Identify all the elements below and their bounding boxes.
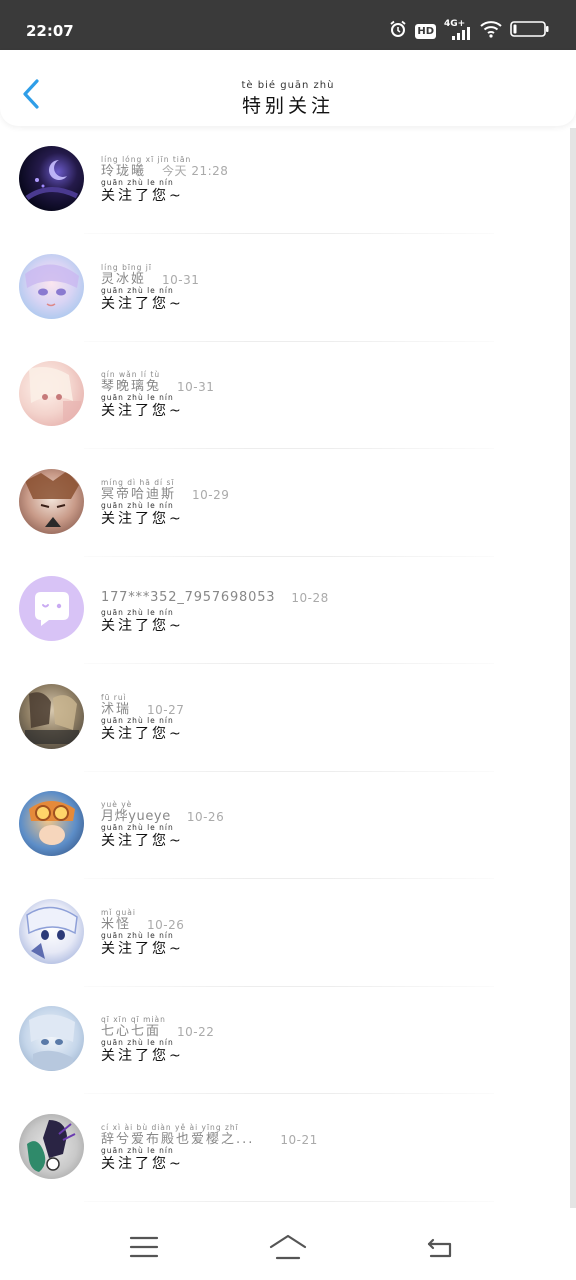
name-line: 玲珑曦 今天 21:28: [101, 160, 228, 179]
wifi-icon: [480, 20, 502, 42]
hd-icon: HD: [415, 23, 436, 39]
list-item[interactable]: fū ruì 沭瑞 10-27 guān zhù le nín 关注了您~: [0, 664, 570, 772]
timestamp: 10-27: [147, 702, 185, 717]
avatar[interactable]: [19, 1006, 84, 1071]
home-icon: [269, 1234, 307, 1260]
timestamp: 10-31: [162, 272, 200, 287]
home-button[interactable]: [268, 1229, 308, 1265]
alarm-icon: [389, 20, 407, 42]
user-name[interactable]: 玲珑曦: [101, 160, 146, 179]
timestamp: 10-31: [177, 380, 215, 394]
status-bar: 22:07 HD 4G+: [0, 0, 576, 50]
avatar[interactable]: [19, 791, 84, 856]
chat-bubble-icon: [35, 592, 69, 626]
name-line: 月烨yueye 10-26: [101, 805, 224, 824]
menu-icon: [129, 1236, 159, 1258]
message-text: 关注了您~: [101, 618, 184, 634]
avatar[interactable]: [19, 1113, 84, 1179]
timestamp: 今天 21:28: [162, 164, 229, 178]
user-name[interactable]: 七心七面: [101, 1020, 161, 1039]
timestamp: 10-21: [280, 1132, 318, 1147]
list-item[interactable]: líng lóng xī jīn tiān 玲珑曦 今天 21:28 guān …: [0, 126, 570, 234]
timestamp: 10-28: [291, 591, 329, 605]
message-text: 关注了您~: [101, 510, 184, 527]
list-item[interactable]: mǐ guài 米怪 10-26 guān zhù le nín 关注了您~: [0, 879, 570, 987]
name-line: 琴晚璃兔 10-31: [101, 375, 214, 394]
user-name[interactable]: 米怪: [101, 913, 131, 932]
avatar[interactable]: [19, 253, 84, 319]
navigation-bar: [0, 1215, 576, 1280]
name-line: 七心七面 10-22: [101, 1020, 214, 1039]
user-name[interactable]: 冥帝哈迪斯: [101, 483, 176, 502]
list-item[interactable]: qín wǎn lí tù 琴晚璃兔 10-31 guān zhù le nín…: [0, 341, 570, 449]
avatar[interactable]: [19, 576, 84, 641]
avatar[interactable]: [19, 898, 84, 964]
list-item[interactable]: qī xīn qī miàn 七心七面 10-22 guān zhù le ní…: [0, 986, 570, 1094]
avatar[interactable]: [19, 468, 84, 534]
scrollbar[interactable]: [570, 128, 576, 1208]
back-icon: [427, 1238, 452, 1258]
avatar[interactable]: [19, 361, 84, 426]
name-line: 177***352_7957698053 10-28: [101, 590, 329, 605]
list-item[interactable]: cí xì ài bù diàn yě ài yīng zhī 辞兮爱布殿也爱樱…: [0, 1094, 570, 1202]
menu-button[interactable]: [124, 1229, 164, 1265]
user-name[interactable]: 177***352_7957698053: [101, 590, 275, 605]
status-icons: HD 4G+: [389, 19, 550, 42]
header: tè bié guān zhù 特别关注: [0, 50, 576, 126]
battery-icon: [510, 20, 550, 42]
message-text: 关注了您~: [101, 188, 184, 204]
name-line: 辞兮爱布殿也爱樱之... 10-21: [101, 1128, 318, 1147]
user-name[interactable]: 灵冰姬: [101, 268, 146, 287]
user-name[interactable]: 琴晚璃兔: [101, 375, 161, 394]
list-item[interactable]: 177***352_7957698053 10-28 guān zhù le n…: [0, 556, 570, 664]
message-text: 关注了您~: [101, 940, 184, 957]
message-text: 关注了您~: [101, 725, 184, 742]
status-time: 22:07: [26, 22, 74, 40]
user-name[interactable]: 辞兮爱布殿也爱樱之...: [101, 1128, 254, 1147]
message-text: 关注了您~: [101, 403, 184, 419]
scrollbar-thumb[interactable]: [570, 128, 576, 1208]
message-text: 关注了您~: [101, 833, 184, 849]
back-nav-button[interactable]: [420, 1229, 460, 1265]
timestamp: 10-26: [186, 810, 225, 824]
name-line: 冥帝哈迪斯 10-29: [101, 483, 229, 502]
list-item[interactable]: míng dì hā dí sī 冥帝哈迪斯 10-29 guān zhù le…: [0, 449, 570, 557]
message-text: 关注了您~: [101, 1155, 184, 1172]
avatar[interactable]: [19, 683, 84, 749]
page-title-text: 特别关注: [241, 95, 334, 117]
name-line: 灵冰姬 10-31: [101, 268, 199, 287]
list-item[interactable]: yuè yè 月烨yueye 10-26 guān zhù le nín 关注了…: [0, 771, 570, 879]
timestamp: 10-22: [177, 1025, 215, 1039]
divider: [84, 1200, 494, 1202]
user-name[interactable]: 月烨yueye: [101, 805, 171, 824]
signal-icon: 4G+: [444, 19, 472, 41]
message-text: 关注了您~: [101, 295, 184, 312]
name-line: 米怪 10-26: [101, 913, 184, 932]
timestamp: 10-26: [147, 917, 185, 932]
message-text: 关注了您~: [101, 1048, 184, 1064]
user-name[interactable]: 沭瑞: [101, 698, 131, 717]
list-item[interactable]: líng bīng jī 灵冰姬 10-31 guān zhù le nín 关…: [0, 234, 570, 342]
name-line: 沭瑞 10-27: [101, 698, 184, 717]
page-title: tè bié guān zhù 特别关注: [0, 80, 576, 118]
timestamp: 10-29: [192, 487, 230, 502]
avatar[interactable]: [19, 146, 84, 211]
